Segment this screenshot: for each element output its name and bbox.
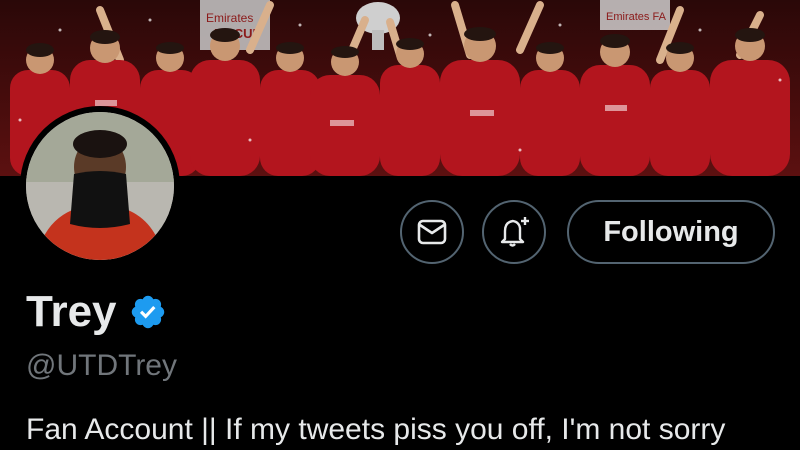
- notifications-button[interactable]: [482, 200, 546, 264]
- banner-text-1: Emirates: [206, 11, 253, 25]
- following-label: Following: [603, 215, 739, 248]
- message-button[interactable]: [400, 200, 464, 264]
- profile-page: Emirates FA CUP Emirates FA: [0, 0, 800, 450]
- following-button[interactable]: Following: [567, 200, 775, 264]
- user-handle: @UTDTrey: [26, 349, 177, 382]
- verified-badge-icon[interactable]: [129, 293, 167, 331]
- avatar[interactable]: [20, 106, 180, 266]
- name-row: Trey: [26, 284, 167, 340]
- banner-text-3: Emirates FA: [606, 11, 667, 23]
- bell-plus-icon: [500, 217, 529, 247]
- profile-bio: Fan Account || If my tweets piss you off…: [26, 413, 726, 446]
- display-name: Trey: [26, 287, 117, 336]
- envelope-icon: [417, 219, 447, 245]
- avatar-image: [26, 112, 174, 260]
